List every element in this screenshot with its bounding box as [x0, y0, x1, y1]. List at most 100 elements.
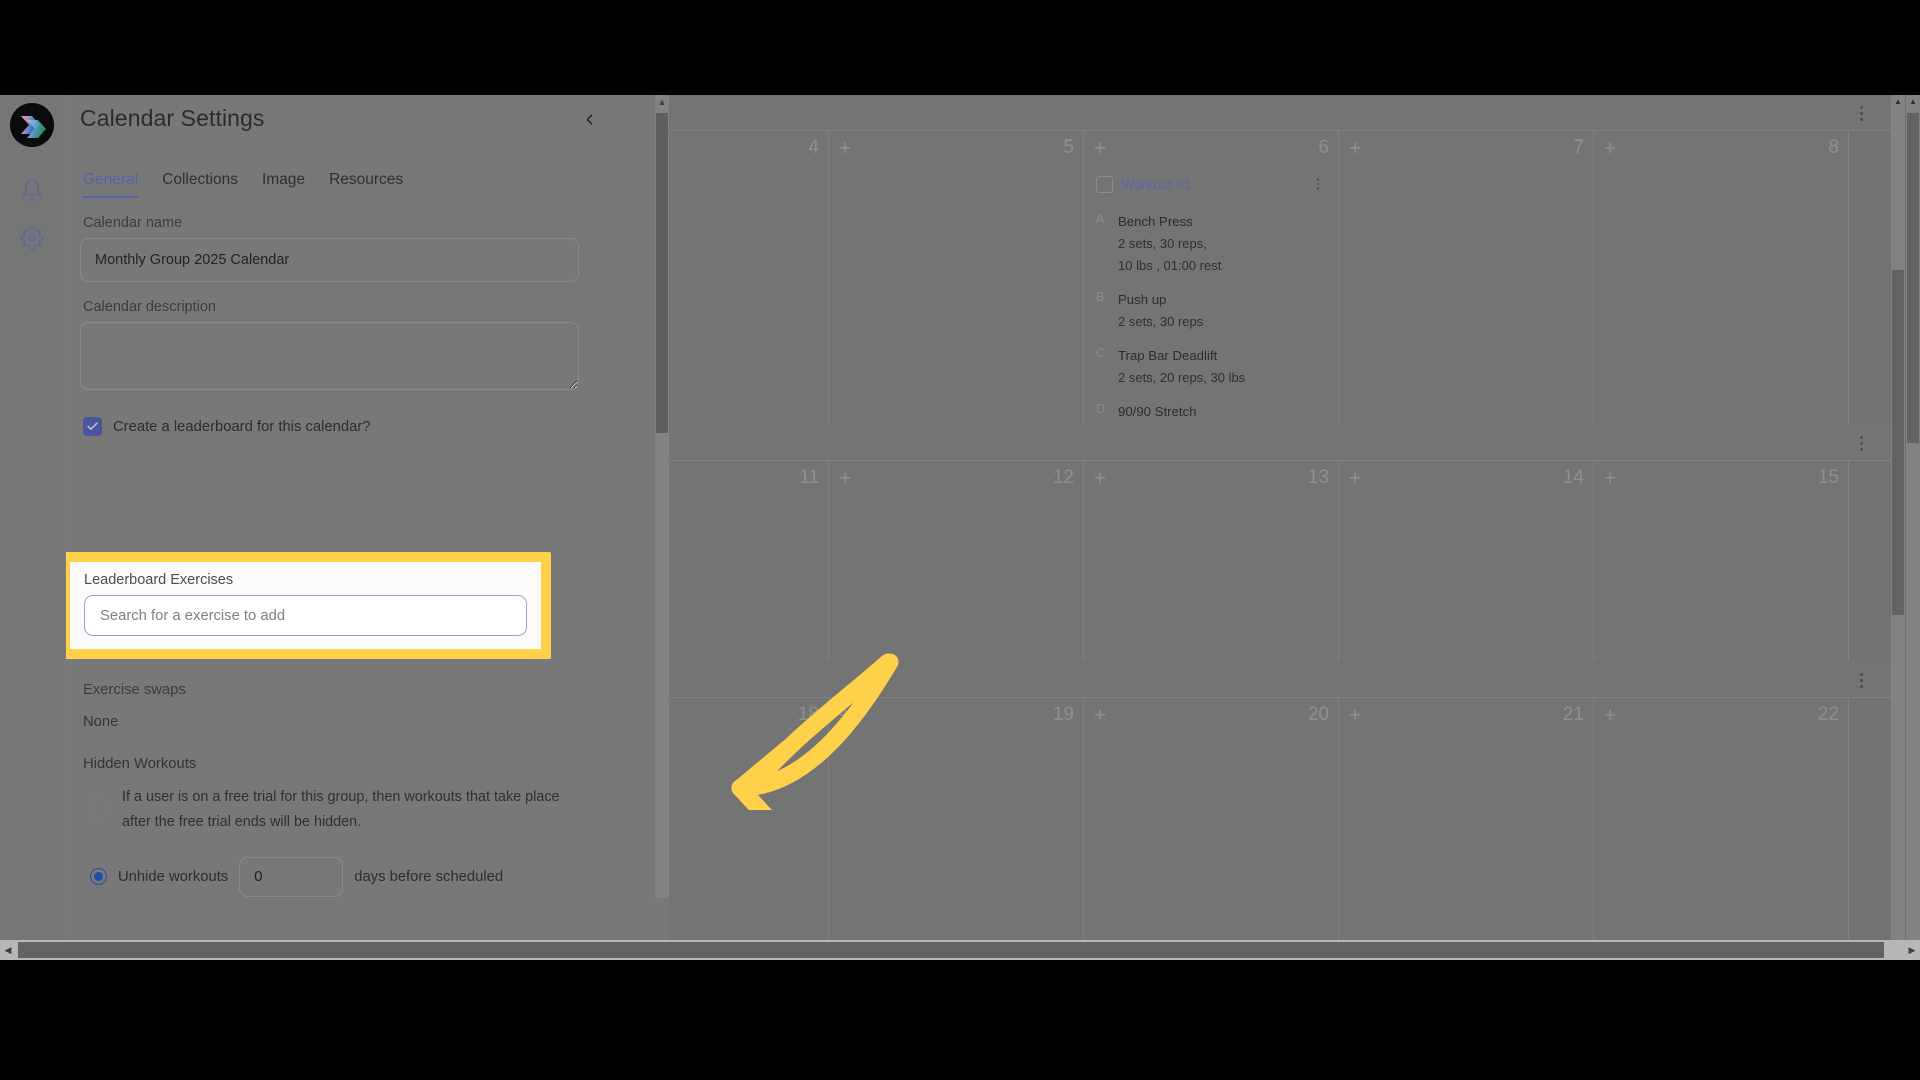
day-cell[interactable]: + 14	[1339, 461, 1594, 661]
add-workout-plus-icon[interactable]: +	[839, 138, 851, 159]
hidden-workouts-title: Hidden Workouts	[83, 756, 197, 772]
scrollbar-thumb[interactable]	[1892, 270, 1904, 615]
day-header: + 20	[1084, 698, 1338, 732]
day-cell[interactable]: + 13	[1084, 461, 1339, 661]
week-day-grid: 11 + 12 + 13 + 14 + 15	[669, 461, 1891, 661]
screen-root: Calendar Settings General Collections Im…	[0, 0, 1920, 1080]
add-workout-plus-icon[interactable]: +	[1604, 468, 1616, 489]
exercise-detail-line: 10 lbs , 01:00 rest	[1118, 258, 1222, 273]
exercise-swaps-label: Exercise swaps	[83, 682, 186, 698]
tab-general[interactable]: General	[83, 171, 139, 198]
week-toolbar	[669, 662, 1891, 698]
scrollbar-thumb[interactable]	[18, 942, 1884, 958]
settings-panel-scrollbar[interactable]: ▲	[655, 95, 669, 898]
week-options-kebab-icon[interactable]	[1851, 102, 1871, 124]
add-workout-plus-icon[interactable]: +	[1349, 705, 1361, 726]
add-workout-plus-icon[interactable]: +	[1349, 138, 1361, 159]
day-number: 15	[1817, 467, 1839, 488]
scrollbar-thumb[interactable]	[656, 113, 668, 433]
day-number: 14	[1562, 467, 1584, 488]
day-number: 7	[1573, 137, 1584, 158]
week-options-kebab-icon[interactable]	[1851, 432, 1871, 454]
exercise-name: 90/90 Stretch	[1118, 403, 1197, 419]
tab-image[interactable]: Image	[262, 171, 305, 198]
workout-card[interactable]: Workout #1 A Bench Press 2 sets, 30 reps…	[1084, 165, 1338, 455]
exercise-letter: B	[1096, 289, 1105, 304]
day-cell[interactable]: + 7	[1339, 131, 1594, 455]
free-trial-hide-label: If a user is on a free trial for this gr…	[122, 789, 560, 830]
day-cell[interactable]: + 15	[1594, 461, 1849, 661]
page-title: Calendar Settings	[80, 105, 265, 131]
unhide-workouts-row[interactable]: Unhide workouts days before scheduled	[90, 856, 600, 897]
unhide-workouts-suffix-label: days before scheduled	[354, 868, 504, 885]
add-workout-plus-icon[interactable]: +	[1094, 468, 1106, 489]
leaderboard-exercise-search-input[interactable]	[84, 595, 527, 636]
add-workout-plus-icon[interactable]: +	[1349, 468, 1361, 489]
horizontal-scrollbar[interactable]: ◀ ▶	[0, 940, 1920, 960]
left-icon-rail	[0, 95, 66, 960]
day-cell[interactable]: 11	[669, 461, 829, 661]
collapse-panel-button[interactable]	[573, 103, 605, 135]
day-cell[interactable]: + 22	[1594, 698, 1849, 958]
day-number: 19	[1052, 704, 1074, 725]
calendar-inner-scrollbar[interactable]: ▲	[1891, 95, 1905, 960]
free-trial-hide-checkbox[interactable]	[89, 799, 108, 818]
exercise-detail-line: 2 sets, 30 reps	[1118, 314, 1204, 329]
calendar-name-input[interactable]	[80, 238, 579, 282]
scroll-left-arrow-icon[interactable]: ◀	[0, 945, 16, 956]
add-workout-plus-icon[interactable]: +	[839, 705, 851, 726]
add-workout-plus-icon[interactable]: +	[1604, 138, 1616, 159]
day-header: + 5	[829, 131, 1083, 165]
exercise-name: Trap Bar Deadlift	[1118, 347, 1218, 363]
app-logo[interactable]	[10, 103, 54, 147]
day-cell[interactable]: + 21	[1339, 698, 1594, 958]
day-number: 4	[808, 137, 819, 158]
day-cell[interactable]: + 6 Workout #1 A Bench Press 2 sets, 30 …	[1084, 131, 1339, 455]
day-header: 4	[669, 131, 828, 165]
unhide-workouts-radio[interactable]	[90, 868, 107, 886]
create-leaderboard-checkbox[interactable]	[83, 417, 102, 436]
add-workout-plus-icon[interactable]: +	[1094, 138, 1106, 159]
workout-title[interactable]: Workout #1	[1122, 177, 1301, 192]
exercise-name: Bench Press	[1118, 214, 1193, 229]
unhide-workouts-prefix-label: Unhide workouts	[118, 868, 229, 885]
page-scrollbar[interactable]: ▲	[1906, 95, 1920, 960]
scroll-up-arrow-icon[interactable]: ▲	[1891, 95, 1905, 108]
day-header: + 15	[1594, 461, 1848, 495]
workout-select-checkbox[interactable]	[1096, 175, 1113, 193]
scroll-up-arrow-icon[interactable]: ▲	[655, 95, 669, 109]
week-options-kebab-icon[interactable]	[1851, 669, 1871, 691]
day-cell[interactable]: 4	[669, 131, 829, 455]
panel-body: General Collections Image Resources Cale…	[66, 157, 669, 960]
scroll-right-arrow-icon[interactable]: ▶	[1904, 945, 1920, 956]
day-cell[interactable]: + 20	[1084, 698, 1339, 958]
exercise-swaps-value: None	[83, 714, 119, 730]
scroll-up-arrow-icon[interactable]: ▲	[1906, 95, 1920, 108]
calendar-description-input[interactable]	[80, 322, 579, 390]
week-toolbar	[669, 95, 1891, 131]
day-cell[interactable]: + 19	[829, 698, 1084, 958]
create-leaderboard-row[interactable]: Create a leaderboard for this calendar?	[83, 417, 669, 436]
day-cell[interactable]: 18	[669, 698, 829, 958]
day-number: 6	[1318, 137, 1329, 158]
calendar-settings-panel: Calendar Settings General Collections Im…	[66, 95, 669, 960]
gear-icon[interactable]	[14, 220, 50, 256]
day-cell[interactable]: + 8	[1594, 131, 1849, 455]
workout-options-kebab-icon[interactable]	[1310, 175, 1326, 193]
scrollbar-thumb[interactable]	[1907, 113, 1919, 443]
free-trial-hide-row[interactable]: If a user is on a free trial for this gr…	[89, 785, 589, 835]
exercise-letter: C	[1096, 345, 1106, 360]
tab-resources[interactable]: Resources	[329, 171, 403, 198]
unhide-days-input[interactable]	[239, 856, 344, 897]
bell-icon[interactable]	[14, 172, 50, 208]
calendar-week-1: 4 + 5 + 6 Workout #1 A Bench Press 2 set…	[669, 95, 1891, 455]
add-workout-plus-icon[interactable]: +	[1094, 705, 1106, 726]
day-number: 18	[797, 704, 819, 725]
day-header: + 6	[1084, 131, 1338, 165]
day-header: + 7	[1339, 131, 1593, 165]
add-workout-plus-icon[interactable]: +	[839, 468, 851, 489]
day-cell[interactable]: + 5	[829, 131, 1084, 455]
day-cell[interactable]: + 12	[829, 461, 1084, 661]
add-workout-plus-icon[interactable]: +	[1604, 705, 1616, 726]
tab-collections[interactable]: Collections	[162, 171, 238, 198]
